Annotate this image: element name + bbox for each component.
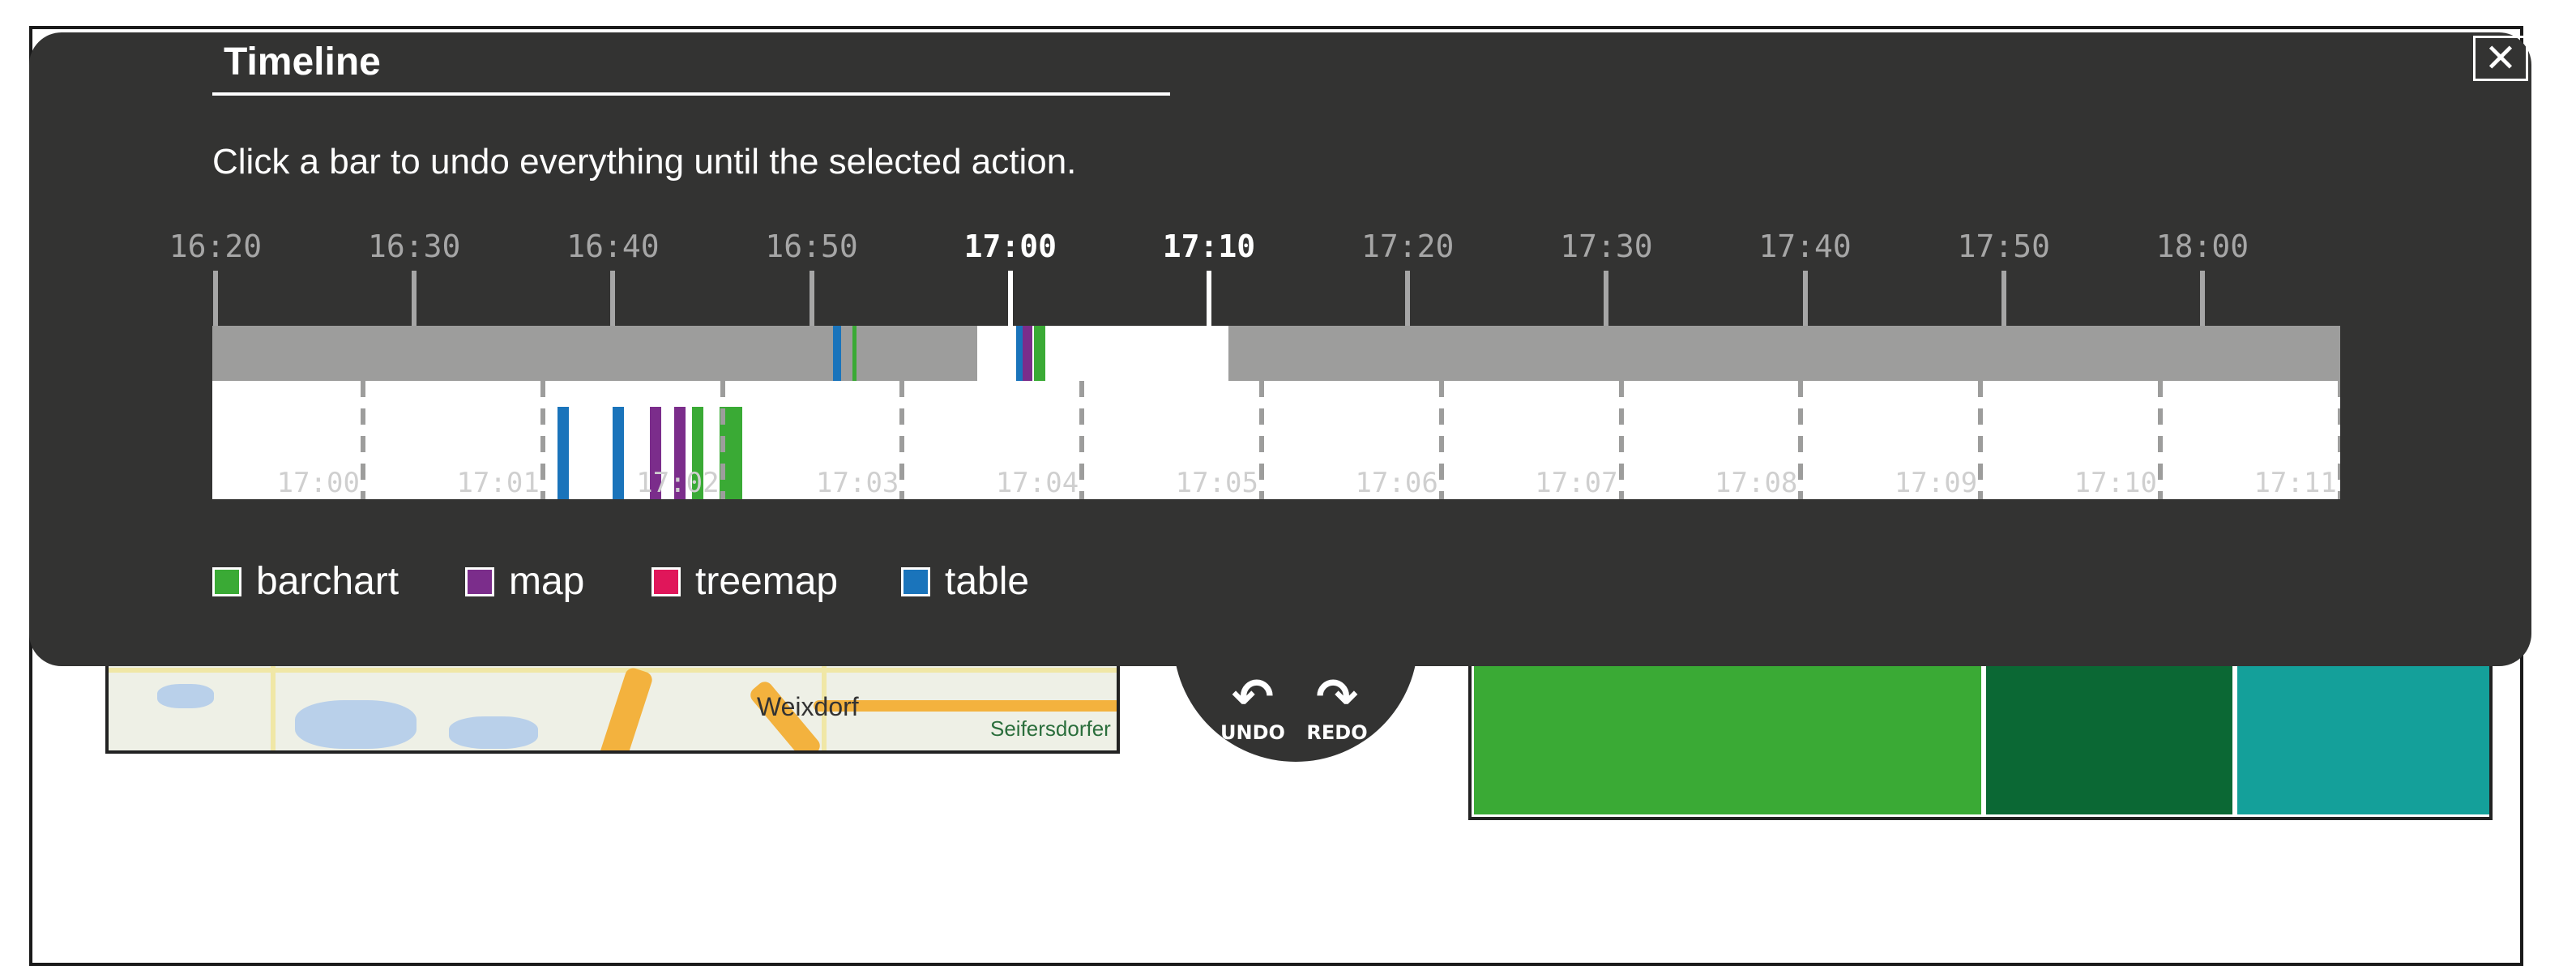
map-lake xyxy=(295,700,417,749)
overview-tick-mark xyxy=(213,271,218,326)
timeline-action-bar[interactable] xyxy=(1034,326,1045,381)
overview-tick-label: 18:00 xyxy=(2155,229,2249,264)
timeline-action-bar[interactable] xyxy=(852,326,857,381)
detail-minute-divider xyxy=(720,381,725,499)
overview-tick-mark xyxy=(1405,271,1411,326)
legend-label: barchart xyxy=(256,560,399,603)
overview-tick-label: 17:50 xyxy=(1957,229,2050,264)
legend-label: map xyxy=(509,560,585,603)
detail-minute-divider xyxy=(1438,381,1444,499)
detail-minute-divider xyxy=(2337,381,2340,499)
close-button[interactable]: ✕ xyxy=(2473,36,2528,81)
legend-label: treemap xyxy=(695,560,839,603)
time-range-brush[interactable] xyxy=(977,326,1228,381)
detail-timeline: 17:00 17:01 17:02 17:03 17:04 17:05 17:06 17:07… xyxy=(212,381,2340,499)
overview-tick-mark xyxy=(2001,271,2006,326)
overview-tick-mark xyxy=(1802,271,1808,326)
detail-tick-label: 17:00 xyxy=(276,467,360,499)
undo-arrow-icon: ↶ xyxy=(1232,667,1274,726)
legend-item-treemap: treemap xyxy=(651,559,838,605)
detail-tick-label: 17:10 xyxy=(2074,467,2157,499)
map-label-seifersdorfer: Seifersdorfer xyxy=(990,716,1111,741)
undo-label: UNDO xyxy=(1220,721,1285,744)
legend-item-map: map xyxy=(465,559,584,605)
detail-tick-label: 17:04 xyxy=(995,467,1079,499)
treemap-view xyxy=(1468,640,2493,820)
timeline-action-bar[interactable] xyxy=(1023,326,1032,381)
overview-tick-label: 16:50 xyxy=(765,229,858,264)
legend-label: table xyxy=(945,560,1030,603)
overview-tick-label: 17:30 xyxy=(1560,229,1653,264)
detail-minute-divider xyxy=(540,381,545,499)
overview-timeline-track[interactable] xyxy=(212,326,2340,381)
map-label-weixdorf: Weixdorf xyxy=(757,692,859,721)
action-bar-table[interactable] xyxy=(613,407,624,499)
detail-minute-divider xyxy=(1259,381,1264,499)
overview-tick-label: 16:40 xyxy=(566,229,660,264)
map-lake xyxy=(157,684,214,708)
detail-minute-divider xyxy=(1978,381,1984,499)
map-lake xyxy=(449,716,538,749)
timeline-action-bar[interactable] xyxy=(1016,326,1023,381)
overview-tick-mark xyxy=(1207,271,1211,326)
overview-tick-mark xyxy=(809,271,814,326)
overview-tick-mark xyxy=(1007,271,1013,326)
overview-tick-label: 17:00 xyxy=(963,229,1057,264)
overview-tick-label: 17:20 xyxy=(1361,229,1455,264)
legend-swatch xyxy=(651,567,681,596)
detail-minute-divider xyxy=(1798,381,1804,499)
detail-tick-label: 17:08 xyxy=(1715,467,1798,499)
overview-tick-label: 16:20 xyxy=(169,229,263,264)
detail-tick-label: 17:07 xyxy=(1535,467,1618,499)
overlay-title: Timeline xyxy=(224,41,381,83)
detail-tick-label: 17:02 xyxy=(636,467,720,499)
redo-button[interactable]: ↷ REDO xyxy=(1297,667,1378,745)
detail-tick-label: 17:11 xyxy=(2253,467,2337,499)
map-highway xyxy=(595,665,655,750)
treemap-cell[interactable] xyxy=(2235,643,2489,817)
detail-tick-label: 17:01 xyxy=(456,467,540,499)
title-divider xyxy=(212,92,1170,96)
legend-swatch xyxy=(901,567,930,596)
redo-label: REDO xyxy=(1306,721,1368,744)
map-minor-road xyxy=(109,668,1117,673)
close-icon: ✕ xyxy=(2484,36,2518,81)
timeline-action-bar[interactable] xyxy=(833,326,841,381)
legend-swatch xyxy=(465,567,494,596)
overview-tick-label: 17:40 xyxy=(1758,229,1852,264)
treemap-cell[interactable] xyxy=(1472,643,1984,817)
detail-minute-divider xyxy=(899,381,905,499)
detail-tick-label: 17:06 xyxy=(1355,467,1438,499)
detail-minute-divider xyxy=(1618,381,1624,499)
overview-tick-label: 16:30 xyxy=(367,229,461,264)
legend-item-barchart: barchart xyxy=(212,559,399,605)
legend-swatch xyxy=(212,567,241,596)
overview-tick-mark xyxy=(2200,271,2205,326)
overview-tick-mark xyxy=(610,271,616,326)
overview-tick-mark xyxy=(412,271,417,326)
instruction-text: Click a bar to undo everything until the… xyxy=(212,142,1077,182)
overview-tick-mark xyxy=(1604,271,1609,326)
redo-arrow-icon: ↷ xyxy=(1316,667,1358,726)
map-highway xyxy=(814,700,1117,712)
undo-button[interactable]: ↶ UNDO xyxy=(1212,667,1293,745)
detail-tick-label: 17:05 xyxy=(1175,467,1258,499)
overview-tick-label: 17:10 xyxy=(1162,229,1256,264)
action-bar-table[interactable] xyxy=(557,407,569,499)
detail-minute-divider xyxy=(1079,381,1085,499)
treemap-cell[interactable] xyxy=(1984,643,2235,817)
legend-item-table: table xyxy=(901,559,1029,605)
detail-tick-label: 17:03 xyxy=(816,467,899,499)
detail-minute-divider xyxy=(2158,381,2163,499)
detail-tick-label: 17:09 xyxy=(1894,467,1978,499)
detail-minute-divider xyxy=(361,381,365,499)
